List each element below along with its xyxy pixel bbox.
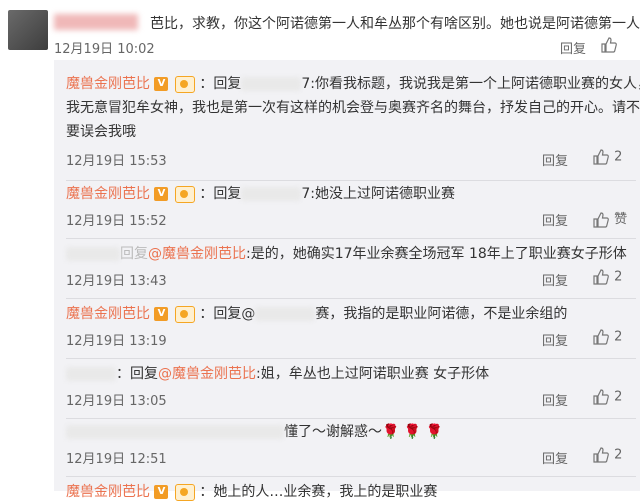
divider bbox=[66, 418, 636, 419]
reply-text: 赛，我指的是职业阿诺德，不是业余组的 bbox=[315, 306, 568, 322]
like-button[interactable]: 2 bbox=[592, 148, 622, 166]
avatar[interactable] bbox=[8, 10, 48, 50]
verified-icon: V bbox=[154, 187, 169, 201]
reply-text: 懂了～谢解惑～ bbox=[284, 424, 382, 440]
reply-text: 我无意冒犯牟女神，我也是第一次有这样的机会登与奥赛齐名的舞台，抒发自己的开心。请… bbox=[66, 100, 640, 116]
username-redacted bbox=[54, 14, 138, 30]
username-redacted bbox=[66, 425, 284, 439]
comment-text: 芭比，求教，你这个阿诺德第一人和牟丛那个有啥区别。她也说是阿诺德第一人 bbox=[150, 16, 640, 32]
verified-icon: V bbox=[154, 77, 169, 91]
like-count: 2 bbox=[614, 329, 623, 345]
reply-author[interactable]: 魔兽金刚芭比 bbox=[66, 306, 150, 322]
like-count: 2 bbox=[614, 447, 623, 463]
reply-item: 魔兽金刚芭比 V ：回复 7:你看我标题，我说我是第一个上阿诺德职业赛的女人， 我… bbox=[66, 72, 640, 181]
divider bbox=[66, 298, 636, 299]
divider bbox=[66, 180, 636, 181]
timestamp: 12月19日 13:43 bbox=[66, 274, 167, 289]
like-icon bbox=[593, 269, 609, 285]
reply-prefix: ：回复 bbox=[199, 76, 242, 92]
like-icon bbox=[593, 149, 609, 165]
like-count: 2 bbox=[614, 149, 623, 165]
reply-author[interactable]: 魔兽金刚芭比 bbox=[66, 76, 150, 92]
reply-text: 7:你看我标题，我说我是第一个上阿诺德职业赛的女人， bbox=[301, 76, 640, 92]
verified-icon: V bbox=[154, 307, 169, 321]
reply-author[interactable]: 魔兽金刚芭比 bbox=[66, 484, 150, 500]
like-icon bbox=[593, 447, 609, 463]
reply-text: 要误会我哦 bbox=[66, 124, 136, 140]
reply-button[interactable]: 回复 bbox=[542, 448, 568, 467]
like-button[interactable]: 2 bbox=[592, 388, 622, 406]
reply-item: 魔兽金刚芭比 V ：她上的人…业余赛，我上的是职业赛 bbox=[66, 480, 636, 504]
reply-text: :是的，她确实17年业余赛全场冠军 18年上了职业赛女子形体 bbox=[246, 246, 627, 262]
like-count: 2 bbox=[614, 389, 623, 405]
timestamp: 12月19日 10:02 bbox=[54, 42, 155, 57]
mention-link[interactable]: @魔兽金刚芭比 bbox=[158, 366, 256, 382]
like-count: 赞 bbox=[614, 212, 628, 227]
reply-text: :姐，牟丛也上过阿诺职业赛 女子形体 bbox=[256, 366, 490, 382]
reply-prefix: 回复 bbox=[120, 246, 148, 262]
timestamp: 12月19日 15:53 bbox=[66, 154, 167, 169]
reply-item: 回复@魔兽金刚芭比:是的，她确实17年业余赛全场冠军 18年上了职业赛女子形体 … bbox=[66, 242, 636, 299]
timestamp: 12月19日 13:05 bbox=[66, 394, 167, 409]
timestamp: 12月19日 15:52 bbox=[66, 214, 167, 229]
reply-item: 魔兽金刚芭比 V ：回复 7:她没上过阿诺德职业赛 12月19日 15:52 回复… bbox=[66, 182, 636, 239]
reply-prefix: ：回复@ bbox=[199, 306, 256, 322]
username-redacted bbox=[66, 367, 116, 381]
like-button[interactable]: 2 bbox=[592, 268, 622, 286]
rose-emoji-icon: 🌹 🌹 🌹 bbox=[382, 424, 444, 440]
level-badge-icon bbox=[174, 305, 195, 323]
username-redacted bbox=[66, 247, 120, 261]
verified-icon: V bbox=[154, 485, 169, 499]
divider bbox=[66, 358, 636, 359]
reply-panel: 魔兽金刚芭比 V ：回复 7:你看我标题，我说我是第一个上阿诺德职业赛的女人， 我… bbox=[54, 60, 640, 501]
level-badge-icon bbox=[174, 75, 195, 93]
reply-button[interactable]: 回复 bbox=[542, 210, 568, 229]
reply-item: 懂了～谢解惑～🌹 🌹 🌹 12月19日 12:51 回复 2 bbox=[66, 420, 636, 477]
reply-author[interactable]: 魔兽金刚芭比 bbox=[66, 186, 150, 202]
like-icon[interactable] bbox=[600, 36, 618, 58]
top-comment: 芭比，求教，你这个阿诺德第一人和牟丛那个有啥区别。她也说是阿诺德第一人 12月1… bbox=[0, 0, 640, 60]
username-redacted bbox=[241, 77, 302, 91]
reply-prefix: ：回复 bbox=[199, 186, 242, 202]
like-button[interactable]: 2 bbox=[592, 446, 622, 464]
reply-text: ：她上的人…业余赛，我上的是职业赛 bbox=[199, 484, 438, 500]
reply-button[interactable]: 回复 bbox=[560, 38, 586, 57]
divider bbox=[66, 476, 636, 477]
timestamp: 12月19日 12:51 bbox=[66, 452, 167, 467]
like-icon bbox=[593, 389, 609, 405]
like-button[interactable]: 赞 bbox=[592, 208, 627, 229]
level-badge-icon bbox=[174, 483, 195, 501]
like-icon bbox=[593, 211, 609, 228]
reply-item: 魔兽金刚芭比 V ：回复@ 赛，我指的是职业阿诺德，不是业余组的 12月19日 1… bbox=[66, 302, 636, 359]
timestamp: 12月19日 13:19 bbox=[66, 334, 167, 349]
username-redacted bbox=[241, 187, 302, 201]
reply-text: 7:她没上过阿诺德职业赛 bbox=[301, 186, 455, 202]
reply-item: ：回复@魔兽金刚芭比:姐，牟丛也上过阿诺职业赛 女子形体 12月19日 13:0… bbox=[66, 362, 636, 419]
reply-button[interactable]: 回复 bbox=[542, 270, 568, 289]
reply-button[interactable]: 回复 bbox=[542, 390, 568, 409]
like-button[interactable]: 2 bbox=[592, 328, 622, 346]
like-icon bbox=[593, 329, 609, 345]
mention-link[interactable]: @魔兽金刚芭比 bbox=[148, 246, 246, 262]
reply-button[interactable]: 回复 bbox=[542, 330, 568, 349]
username-redacted bbox=[255, 307, 316, 321]
reply-prefix: ：回复 bbox=[116, 366, 158, 382]
like-count: 2 bbox=[614, 269, 623, 285]
divider bbox=[66, 238, 636, 239]
level-badge-icon bbox=[174, 185, 195, 203]
reply-button[interactable]: 回复 bbox=[542, 150, 568, 169]
